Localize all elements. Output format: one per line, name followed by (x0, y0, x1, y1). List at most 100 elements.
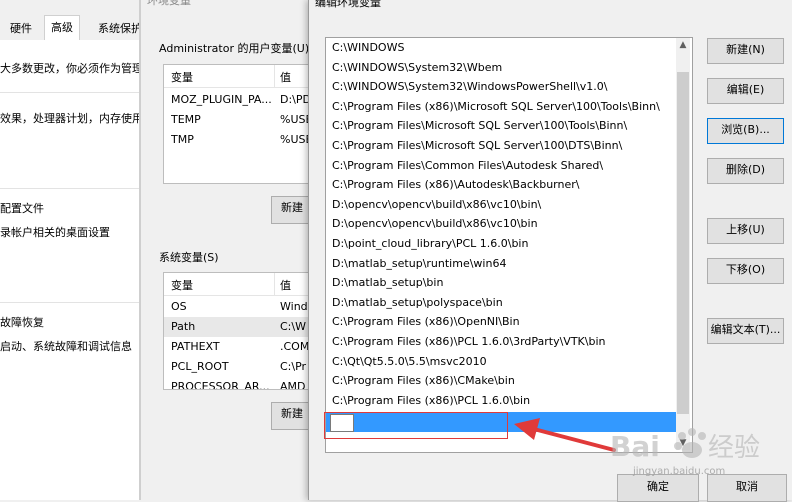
list-item[interactable]: D:\matlab_setup\runtime\win64 (326, 254, 676, 274)
column-variable[interactable]: 变量 (171, 277, 193, 293)
path-text: D:\opencv\opencv\build\x86\vc10\bin\ (332, 197, 542, 211)
variable-value: %USE (280, 113, 308, 126)
list-item[interactable]: C:\Program Files (x86)\PCL 1.6.0\bin (326, 391, 676, 411)
list-item[interactable]: C:\Program Files\Microsoft SQL Server\10… (326, 116, 676, 136)
environment-variables-window: 环境变量 Administrator 的用户变量(U) 变量 值 MOZ_PLU… (140, 0, 308, 500)
variable-value: C:\W (280, 320, 306, 333)
list-item[interactable]: C:\WINDOWS\System32\WindowsPowerShell\v1… (326, 77, 676, 97)
path-text: C:\Program Files (x86)\OpenNI\Bin (332, 315, 520, 329)
list-item[interactable]: C:\WINDOWS (326, 38, 676, 58)
move-down-button[interactable]: 下移(O) (707, 258, 784, 284)
variable-name: PATHEXT (171, 340, 220, 353)
table-row[interactable]: OS Wind (164, 297, 308, 317)
path-text: C:\Program Files (x86)\CMake\bin (332, 374, 515, 388)
startup-recovery-text: 启动、系统故障和调试信息 (0, 340, 132, 353)
tab-hardware[interactable]: 硬件 (4, 18, 38, 40)
edit-button[interactable]: 编辑(E) (707, 78, 784, 104)
path-text: D:\matlab_setup\bin (332, 276, 444, 290)
system-new-button[interactable]: 新建 (271, 402, 308, 430)
table-row[interactable]: PROCESSOR_AR... AMD (164, 377, 308, 390)
path-text: C:\Program Files (x86)\Autodesk\Backburn… (332, 178, 580, 192)
path-text: C:\Qt\Qt5.5.0\5.5\msvc2010 (332, 354, 487, 368)
watermark-text-2: 经验 (708, 433, 760, 463)
list-item[interactable]: C:\Qt\Qt5.5.0\5.5\msvc2010 (326, 352, 676, 372)
scroll-up-icon[interactable]: ▲ (676, 38, 690, 52)
table-row[interactable]: PCL_ROOT C:\Pr (164, 357, 308, 377)
browse-button[interactable]: 浏览(B)... (707, 118, 784, 144)
list-item[interactable]: C:\Program Files (x86)\PCL 1.6.0\3rdPart… (326, 332, 676, 352)
paw-icon (674, 428, 706, 458)
divider (0, 188, 139, 189)
variable-name: Path (171, 320, 196, 333)
variable-value: Wind (280, 300, 308, 313)
list-item[interactable]: C:\Program Files (x86)\Microsoft SQL Ser… (326, 97, 676, 117)
move-up-button[interactable]: 上移(U) (707, 218, 784, 244)
path-text: D:\opencv\opencv\build\x86\vc10\bin (332, 217, 538, 231)
list-item[interactable]: C:\Program Files\Microsoft SQL Server\10… (326, 136, 676, 156)
divider (0, 302, 139, 303)
variable-name: PROCESSOR_AR... (171, 380, 270, 390)
startup-recovery-title: 故障恢复 (0, 316, 44, 329)
table-row[interactable]: MOZ_PLUGIN_PA... D:\PD (164, 90, 308, 110)
table-row[interactable]: TMP %USE (164, 130, 308, 150)
performance-text: 效果，处理器计划，内存使用 (0, 112, 140, 125)
path-text: D:\point_cloud_library\PCL 1.6.0\bin (332, 237, 529, 250)
variable-value: .COM (280, 340, 308, 353)
list-item[interactable]: D:\point_cloud_library\PCL 1.6.0\bin (326, 234, 676, 254)
new-button[interactable]: 新建(N) (707, 38, 784, 64)
list-item[interactable]: C:\Program Files (x86)\OpenNI\Bin (326, 312, 676, 332)
path-list[interactable]: C:\WINDOWS C:\WINDOWS\System32\Wbem C:\W… (325, 37, 693, 453)
path-text: C:\Program Files\Common Files\Autodesk S… (332, 158, 604, 172)
advanced-panel: 大多数更改，你必须作为管理员登录 效果，处理器计划，内存使用 配置文件 录帐户相… (0, 40, 140, 500)
user-variables-group-label: Administrator 的用户变量(U) (159, 42, 308, 55)
system-variables-list[interactable]: 变量 值 OS Wind Path C:\W PATHEXT .COM PCL_… (163, 272, 308, 390)
tab-system-protection[interactable]: 系统保护 (92, 18, 139, 40)
list-item[interactable]: C:\Program Files (x86)\Autodesk\Backburn… (326, 175, 676, 195)
column-separator (274, 273, 275, 295)
window-title: 环境变量 (147, 0, 191, 7)
path-text: D:\matlab_setup\runtime\win64 (332, 256, 507, 270)
variable-name: TMP (171, 133, 194, 146)
user-new-button[interactable]: 新建 (271, 196, 308, 224)
tab-strip: 硬件 高级 系统保护 (0, 14, 139, 42)
watermark-text: Bai (610, 430, 660, 463)
list-item[interactable]: D:\opencv\opencv\build\x86\vc10\bin\ (326, 195, 676, 215)
list-item[interactable]: D:\opencv\opencv\build\x86\vc10\bin (326, 214, 676, 234)
dialog-title: 编辑环境变量 (315, 0, 381, 9)
variable-name: OS (171, 300, 187, 313)
variable-value: AMD (280, 380, 306, 390)
column-separator (274, 65, 275, 87)
table-row[interactable]: PATHEXT .COM (164, 337, 308, 357)
system-variables-group-label: 系统变量(S) (159, 251, 219, 264)
list-item[interactable]: D:\matlab_setup\bin (326, 273, 676, 293)
path-text: C:\WINDOWS (332, 41, 405, 54)
variable-name: PCL_ROOT (171, 360, 229, 373)
list-item[interactable]: C:\Program Files (x86)\CMake\bin (326, 371, 676, 391)
list-item[interactable]: D:\matlab_setup\polyspace\bin (326, 293, 676, 313)
watermark-subtext: jingyan.baidu.com (633, 466, 726, 477)
path-text: C:\Program Files\Microsoft SQL Server\10… (332, 139, 623, 152)
divider (0, 92, 139, 93)
list-item[interactable]: C:\WINDOWS\System32\Wbem (326, 58, 676, 78)
baidu-watermark-logo: Bai 经验 (610, 428, 760, 463)
path-text: C:\Program Files (x86)\PCL 1.6.0\bin (332, 393, 531, 407)
table-row[interactable]: TEMP %USE (164, 110, 308, 130)
delete-button[interactable]: 删除(D) (707, 158, 784, 184)
column-variable[interactable]: 变量 (171, 69, 193, 85)
variable-name: MOZ_PLUGIN_PA... (171, 93, 271, 106)
user-profiles-text: 录帐户相关的桌面设置 (0, 226, 110, 239)
tab-advanced[interactable]: 高级 (44, 15, 80, 42)
column-value[interactable]: 值 (280, 277, 291, 293)
path-text: C:\Program Files (x86)\Microsoft SQL Ser… (332, 99, 660, 113)
list-header: 变量 值 (164, 273, 308, 296)
list-item[interactable]: C:\Program Files\Common Files\Autodesk S… (326, 156, 676, 176)
table-row-selected[interactable]: Path C:\W (164, 317, 308, 337)
edit-text-button[interactable]: 编辑文本(T)... (707, 318, 784, 344)
scrollbar-thumb[interactable] (677, 72, 689, 414)
user-profiles-title: 配置文件 (0, 202, 44, 215)
path-text: C:\WINDOWS\System32\WindowsPowerShell\v1… (332, 80, 608, 94)
user-variables-list[interactable]: 变量 值 MOZ_PLUGIN_PA... D:\PD TEMP %USE TM… (163, 64, 308, 184)
vertical-scrollbar[interactable]: ▲ ▼ (676, 38, 690, 450)
column-value[interactable]: 值 (280, 69, 291, 85)
annotation-highlight-box (324, 412, 508, 439)
